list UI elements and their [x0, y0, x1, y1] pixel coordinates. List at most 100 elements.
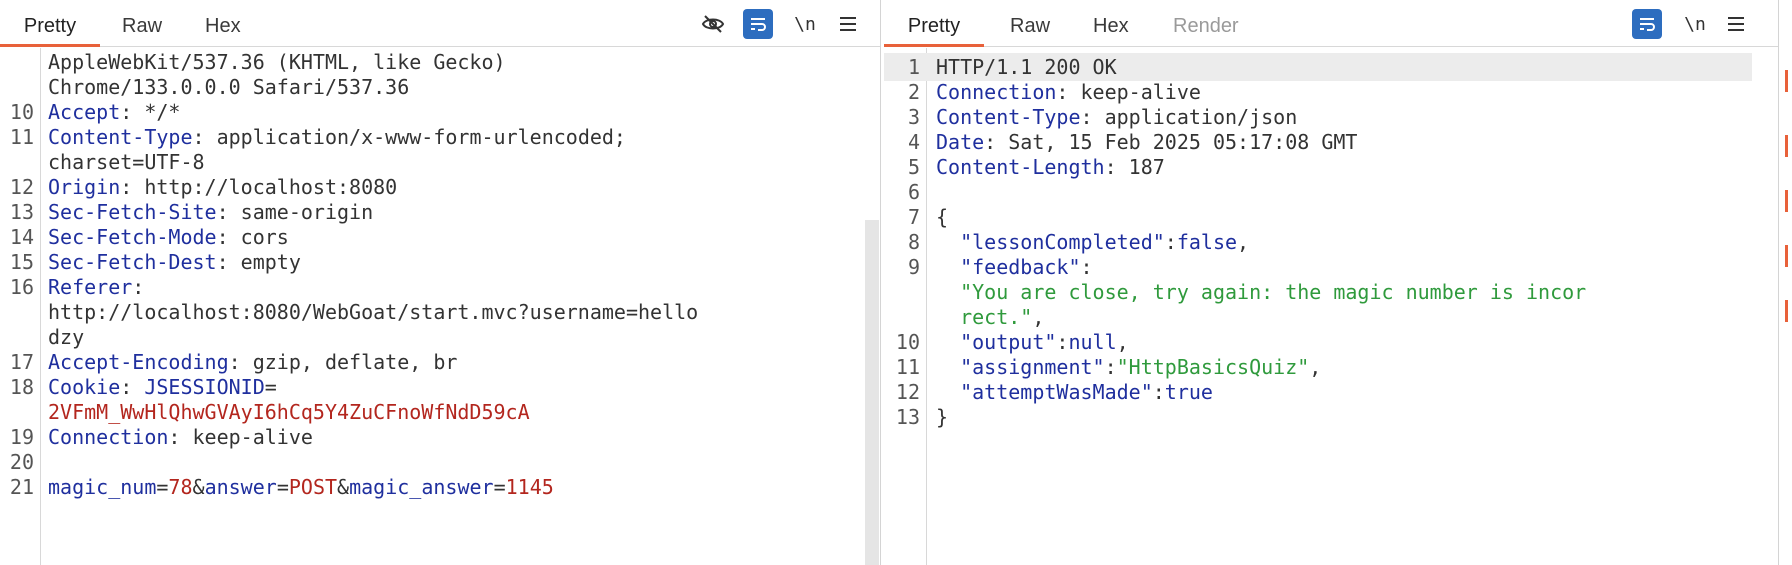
- code-line: Chrome/133.0.0.0 Safari/537.36: [0, 73, 862, 101]
- code-token: : keep-alive: [168, 425, 313, 449]
- line-text: Date: Sat, 15 Feb 2025 05:17:08 GMT: [936, 128, 1357, 156]
- menu-icon[interactable]: [833, 9, 863, 39]
- code-line: 10 "output":null,: [884, 328, 1752, 356]
- code-line: 2VFmM_WwHlQhwGVAyI6hCq5Y4ZuCFnoWfNdD59cA: [0, 398, 862, 426]
- code-line: 9 "feedback":: [884, 253, 1752, 281]
- line-text: Sec-Fetch-Mode: cors: [48, 223, 289, 251]
- request-tab-bar: Pretty Raw Hex \n: [0, 0, 880, 47]
- code-token: Content-Type: [936, 105, 1081, 129]
- code-token: {: [936, 205, 949, 229]
- code-token: &: [337, 475, 350, 499]
- tab-render[interactable]: Render: [1173, 0, 1239, 44]
- code-token: Connection: [48, 425, 169, 449]
- code-line: 21 magic_num=78&answer=POST&magic_answer=…: [0, 473, 862, 501]
- line-text: Accept-Encoding: gzip, deflate, br: [48, 348, 457, 376]
- line-number: 4: [907, 130, 920, 154]
- code-token: : http://localhost:8080: [120, 175, 398, 199]
- code-token: AppleWebKit/537.36 (KHTML, like Gecko): [48, 50, 506, 74]
- line-text: Connection: keep-alive: [48, 423, 313, 451]
- line-number: 15: [9, 250, 34, 274]
- code-token: : 187: [1104, 155, 1165, 179]
- newline-toggle-button[interactable]: \n: [790, 9, 820, 39]
- code-line: charset=UTF-8: [0, 148, 862, 176]
- line-number: 10: [9, 100, 34, 124]
- code-token: 78: [168, 475, 193, 499]
- line-text: "You are close, try again: the magic num…: [936, 278, 1586, 306]
- inspector-marker[interactable]: [1785, 70, 1788, 92]
- code-line: 20: [0, 448, 862, 476]
- code-token: dzy: [48, 325, 85, 349]
- code-token: : application/x-www-form-urlencoded;: [192, 125, 626, 149]
- tab-raw[interactable]: Raw: [122, 0, 162, 44]
- inspector-marker[interactable]: [1785, 300, 1788, 322]
- line-text: }: [936, 403, 948, 431]
- code-line: 2 Connection: keep-alive: [884, 78, 1752, 106]
- code-token: ,: [1116, 330, 1129, 354]
- code-line: AppleWebKit/537.36 (KHTML, like Gecko): [0, 48, 862, 76]
- line-number: 21: [9, 475, 34, 499]
- code-line: 4 Date: Sat, 15 Feb 2025 05:17:08 GMT: [884, 128, 1752, 156]
- line-text: AppleWebKit/537.36 (KHTML, like Gecko): [48, 48, 506, 76]
- code-token: ,: [1032, 305, 1045, 329]
- line-text: http://localhost:8080/WebGoat/start.mvc?…: [48, 298, 698, 326]
- line-number: 13: [9, 200, 34, 224]
- code-token: &: [192, 475, 205, 499]
- eye-off-icon[interactable]: [698, 9, 728, 39]
- tab-hex[interactable]: Hex: [1093, 0, 1129, 44]
- line-number: 19: [9, 425, 34, 449]
- line-text: Content-Type: application/json: [936, 103, 1297, 131]
- newline-toggle-button[interactable]: \n: [1680, 9, 1710, 39]
- wrap-icon[interactable]: [743, 9, 773, 39]
- tab-pretty[interactable]: Pretty: [0, 0, 100, 47]
- code-token: =: [493, 475, 506, 499]
- code-token: "assignment": [936, 355, 1105, 379]
- code-line: 11 "assignment":"HttpBasicsQuiz",: [884, 353, 1752, 381]
- wrap-icon[interactable]: [1632, 9, 1662, 39]
- code-token: null: [1068, 330, 1117, 354]
- code-line: 3 Content-Type: application/json: [884, 103, 1752, 131]
- inspector-marker[interactable]: [1785, 190, 1788, 212]
- code-line: 12 Origin: http://localhost:8080: [0, 173, 862, 201]
- code-token: : gzip, deflate, br: [228, 350, 458, 374]
- line-text: Sec-Fetch-Site: same-origin: [48, 198, 373, 226]
- line-number: 3: [907, 105, 920, 129]
- code-token: Sec-Fetch-Dest: [48, 250, 217, 274]
- line-text: Cookie: JSESSIONID=: [48, 373, 277, 401]
- response-tab-bar: Pretty Raw Hex Render \n: [884, 0, 1778, 47]
- tab-hex[interactable]: Hex: [205, 0, 241, 44]
- code-token: "HttpBasicsQuiz": [1116, 355, 1310, 379]
- line-text: Sec-Fetch-Dest: empty: [48, 248, 301, 276]
- code-token: Accept: [48, 100, 121, 124]
- menu-icon[interactable]: [1721, 9, 1751, 39]
- code-token: Sec-Fetch-Mode: [48, 225, 217, 249]
- code-token: "attemptWasMade": [936, 380, 1153, 404]
- code-line: 16 Referer:: [0, 273, 862, 301]
- code-token: =: [264, 375, 277, 399]
- inspector-marker[interactable]: [1785, 245, 1788, 267]
- code-token: "You are close, try again: the magic num…: [936, 280, 1587, 304]
- line-number: 17: [9, 350, 34, 374]
- code-token: =: [276, 475, 289, 499]
- code-token: : same-origin: [216, 200, 374, 224]
- line-text: charset=UTF-8: [48, 148, 205, 176]
- code-line: "You are close, try again: the magic num…: [884, 278, 1752, 306]
- request-editor-pane: Pretty Raw Hex \n AppleWebKit/537.36 (KH…: [0, 0, 881, 565]
- inspector-marker[interactable]: [1785, 135, 1788, 157]
- code-line: 19 Connection: keep-alive: [0, 423, 862, 451]
- code-token: :: [1080, 255, 1093, 279]
- line-number: 6: [907, 180, 920, 204]
- tab-raw[interactable]: Raw: [1010, 0, 1050, 44]
- request-code-area[interactable]: AppleWebKit/537.36 (KHTML, like Gecko) Ch…: [0, 48, 880, 565]
- response-code-area[interactable]: 1 HTTP/1.1 200 OK 2 Connection: keep-alive 3…: [884, 48, 1778, 565]
- request-scrollbar[interactable]: [865, 220, 879, 565]
- line-text: magic_num=78&answer=POST&magic_answer=11…: [48, 473, 554, 501]
- tab-pretty[interactable]: Pretty: [884, 0, 984, 47]
- response-viewer-pane: Pretty Raw Hex Render \n 1 HTTP/1.1 200 O…: [884, 0, 1778, 565]
- code-token: HTTP/1.1 200 OK: [936, 55, 1117, 79]
- line-text: "lessonCompleted":false,: [936, 228, 1249, 256]
- line-text: {: [936, 203, 948, 231]
- line-text: Accept: */*: [48, 98, 180, 126]
- code-token: : Sat, 15 Feb 2025 05:17:08 GMT: [984, 130, 1358, 154]
- code-token: ,: [1237, 230, 1250, 254]
- code-token: Content-Type: [48, 125, 193, 149]
